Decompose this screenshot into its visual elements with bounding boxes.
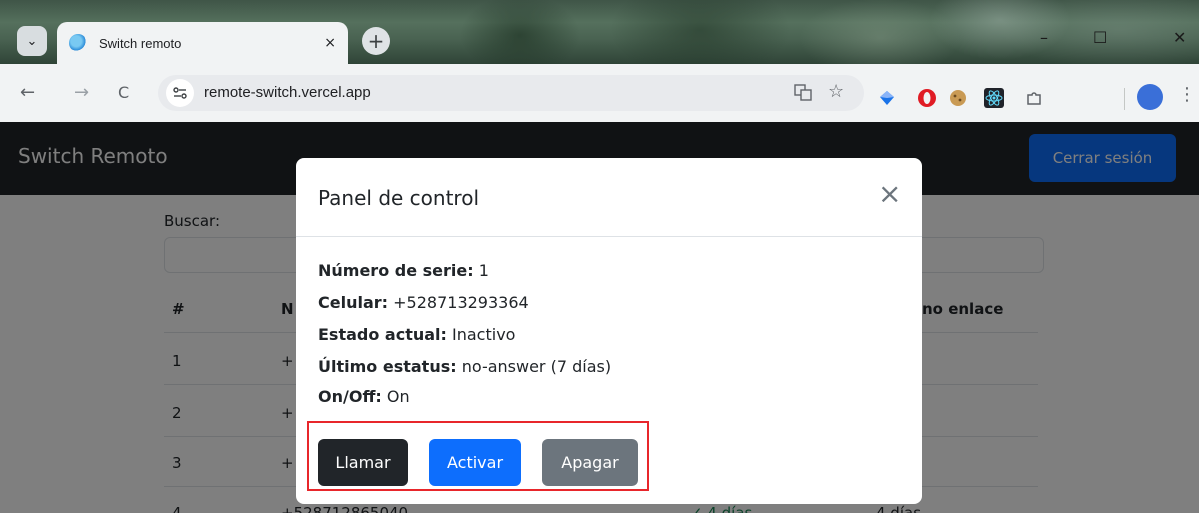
control-panel-modal: Panel de control × Número de serie: 1 Ce… bbox=[296, 158, 922, 504]
cookie-extension-icon[interactable] bbox=[948, 88, 968, 108]
translate-icon[interactable] bbox=[794, 83, 812, 105]
react-devtools-icon[interactable] bbox=[984, 88, 1004, 108]
toolbar-divider bbox=[1124, 88, 1125, 110]
extension-shield-icon[interactable] bbox=[877, 88, 897, 108]
browser-tab-strip: ⌄ Switch remoto × + – ☐ ✕ bbox=[0, 0, 1199, 64]
close-window-button[interactable]: ✕ bbox=[1173, 28, 1186, 47]
info-label: Celular: bbox=[318, 293, 389, 312]
info-value: +528713293364 bbox=[388, 293, 529, 312]
plus-icon: + bbox=[367, 29, 385, 53]
info-last-status: Último estatus: no-answer (7 días) bbox=[318, 357, 611, 376]
browser-menu-icon[interactable]: ⋮ bbox=[1178, 84, 1196, 105]
tab-close-icon[interactable]: × bbox=[324, 35, 336, 51]
tab-search-button[interactable]: ⌄ bbox=[17, 26, 47, 56]
info-value: On bbox=[381, 387, 410, 406]
info-value: 1 bbox=[473, 261, 489, 280]
info-label: On/Off: bbox=[318, 387, 382, 406]
reload-button[interactable]: C bbox=[118, 83, 129, 102]
new-tab-button[interactable]: + bbox=[362, 27, 390, 55]
tab-switch-remoto[interactable]: Switch remoto × bbox=[57, 22, 348, 64]
profile-avatar[interactable] bbox=[1137, 84, 1163, 110]
turn-off-button[interactable]: Apagar bbox=[542, 439, 638, 486]
info-on-off: On/Off: On bbox=[318, 387, 410, 406]
url-text: remote-switch.vercel.app bbox=[204, 84, 371, 101]
call-button[interactable]: Llamar bbox=[318, 439, 408, 486]
info-serial-number: Número de serie: 1 bbox=[318, 261, 489, 280]
extensions-puzzle-icon[interactable] bbox=[1024, 88, 1044, 108]
site-favicon-icon bbox=[69, 34, 87, 52]
maximize-window-button[interactable]: ☐ bbox=[1093, 28, 1107, 47]
minimize-window-button[interactable]: – bbox=[1040, 28, 1048, 47]
info-current-state: Estado actual: Inactivo bbox=[318, 325, 515, 344]
back-button[interactable]: ← bbox=[20, 82, 35, 103]
close-icon[interactable]: × bbox=[878, 180, 901, 208]
forward-button[interactable]: → bbox=[74, 82, 89, 103]
site-info-icon[interactable] bbox=[166, 79, 194, 107]
info-value: Inactivo bbox=[446, 325, 516, 344]
modal-header: Panel de control × bbox=[296, 158, 922, 237]
info-label: Número de serie: bbox=[318, 261, 474, 280]
info-phone: Celular: +528713293364 bbox=[318, 293, 529, 312]
info-value: no-answer (7 días) bbox=[456, 357, 612, 376]
chevron-down-icon: ⌄ bbox=[26, 33, 38, 49]
address-bar[interactable]: remote-switch.vercel.app ☆ bbox=[158, 75, 864, 111]
opera-extension-icon[interactable] bbox=[917, 88, 937, 108]
bookmark-star-icon[interactable]: ☆ bbox=[828, 81, 844, 102]
info-label: Estado actual: bbox=[318, 325, 447, 344]
browser-toolbar: ← → C remote-switch.vercel.app ☆ ⋮ bbox=[0, 64, 1199, 122]
modal-title: Panel de control bbox=[318, 186, 479, 210]
info-label: Último estatus: bbox=[318, 357, 457, 376]
tab-title: Switch remoto bbox=[99, 35, 182, 51]
activate-button[interactable]: Activar bbox=[429, 439, 521, 486]
